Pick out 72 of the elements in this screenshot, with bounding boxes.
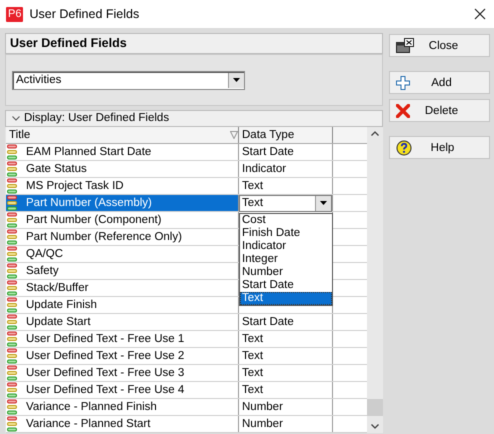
scroll-down-icon[interactable] [371, 424, 379, 429]
data-type-cell: Text [242, 180, 264, 192]
dropdown-option[interactable]: Start Date [240, 279, 332, 292]
data-type-cell: Start Date [242, 146, 294, 158]
title-cell[interactable]: Update Finish [6, 297, 239, 313]
data-type-cell: Start Date [242, 316, 294, 328]
stacked-bars-icon [7, 399, 17, 415]
dropdown-option[interactable]: Finish Date [240, 227, 332, 240]
stacked-bars-icon [7, 161, 17, 177]
title-cell[interactable]: User Defined Text - Free Use 3 [6, 365, 239, 381]
group-label: Display: User Defined Fields [24, 111, 170, 126]
title-cell[interactable]: User Defined Text - Free Use 1 [6, 331, 239, 347]
data-type-cell: Text [242, 350, 264, 362]
title-cell[interactable]: Variance - Planned Start [6, 416, 239, 432]
stacked-bars-icon [7, 382, 17, 398]
close-icon[interactable] [474, 8, 486, 20]
data-type-cell: Number [242, 401, 283, 413]
stacked-bars-icon [7, 195, 17, 211]
stacked-bars-icon [7, 263, 17, 279]
title-cell[interactable]: MS Project Task ID [6, 178, 239, 194]
stacked-bars-icon [7, 246, 17, 262]
data-type-cell: Text [242, 384, 264, 396]
panel-title: User Defined Fields [5, 33, 383, 54]
scroll-thumb[interactable] [367, 399, 383, 416]
column-header[interactable]: Title [6, 127, 239, 143]
title-cell[interactable]: Part Number (Assembly) [6, 195, 239, 211]
close-button[interactable]: Close [389, 34, 490, 57]
stacked-bars-icon [7, 144, 17, 160]
stacked-bars-icon [7, 416, 17, 432]
dropdown-option[interactable]: Cost [240, 214, 332, 227]
data-type-dropdown[interactable]: Text [239, 194, 332, 212]
stacked-bars-icon [7, 297, 17, 313]
scrollbar[interactable] [367, 127, 383, 433]
dropdown-option[interactable]: Number [240, 266, 332, 279]
delete-icon [396, 104, 410, 118]
delete-button[interactable]: Delete [389, 99, 490, 122]
title-cell[interactable]: EAM Planned Start Date [6, 144, 239, 160]
chevron-icon [12, 116, 20, 121]
title-cell[interactable]: Gate Status [6, 161, 239, 177]
dropdown-option[interactable]: Integer [240, 253, 332, 266]
column-header[interactable]: Data Type [239, 127, 333, 143]
title-cell[interactable]: User Defined Text - Free Use 2 [6, 348, 239, 364]
stacked-bars-icon [7, 178, 17, 194]
dropdown-option[interactable]: Text [240, 292, 332, 305]
app-logo: P6 [6, 6, 24, 22]
help-button[interactable]: Help [389, 136, 490, 159]
data-type-cell: Number [242, 418, 283, 430]
help-icon [396, 140, 412, 156]
subject-dropdown[interactable]: Activities [12, 70, 245, 90]
caret-icon [233, 78, 240, 82]
filter-icon [230, 131, 238, 139]
data-type-cell: Text [242, 333, 264, 345]
stacked-bars-icon [7, 280, 17, 296]
title-cell[interactable]: Variance - Planned Finish [6, 399, 239, 415]
data-type-cell: Indicator [242, 163, 286, 175]
group-header[interactable]: Display: User Defined Fields [5, 110, 383, 127]
window-icon [396, 38, 414, 53]
title-cell[interactable]: Update Start [6, 314, 239, 330]
stacked-bars-icon [7, 348, 17, 364]
add-button[interactable]: Add [389, 71, 490, 94]
stacked-bars-icon [7, 314, 17, 330]
stacked-bars-icon [7, 365, 17, 381]
window-title: User Defined Fields [29, 7, 140, 21]
stacked-bars-icon [7, 212, 17, 228]
caret-icon [320, 201, 327, 205]
plus-icon [396, 76, 410, 90]
stacked-bars-icon [7, 331, 17, 347]
scroll-up-icon[interactable] [371, 131, 379, 136]
dropdown-option[interactable]: Indicator [240, 240, 332, 253]
data-type-cell: Text [242, 367, 264, 379]
title-cell[interactable]: User Defined Text - Free Use 4 [6, 382, 239, 398]
stacked-bars-icon [7, 229, 17, 245]
